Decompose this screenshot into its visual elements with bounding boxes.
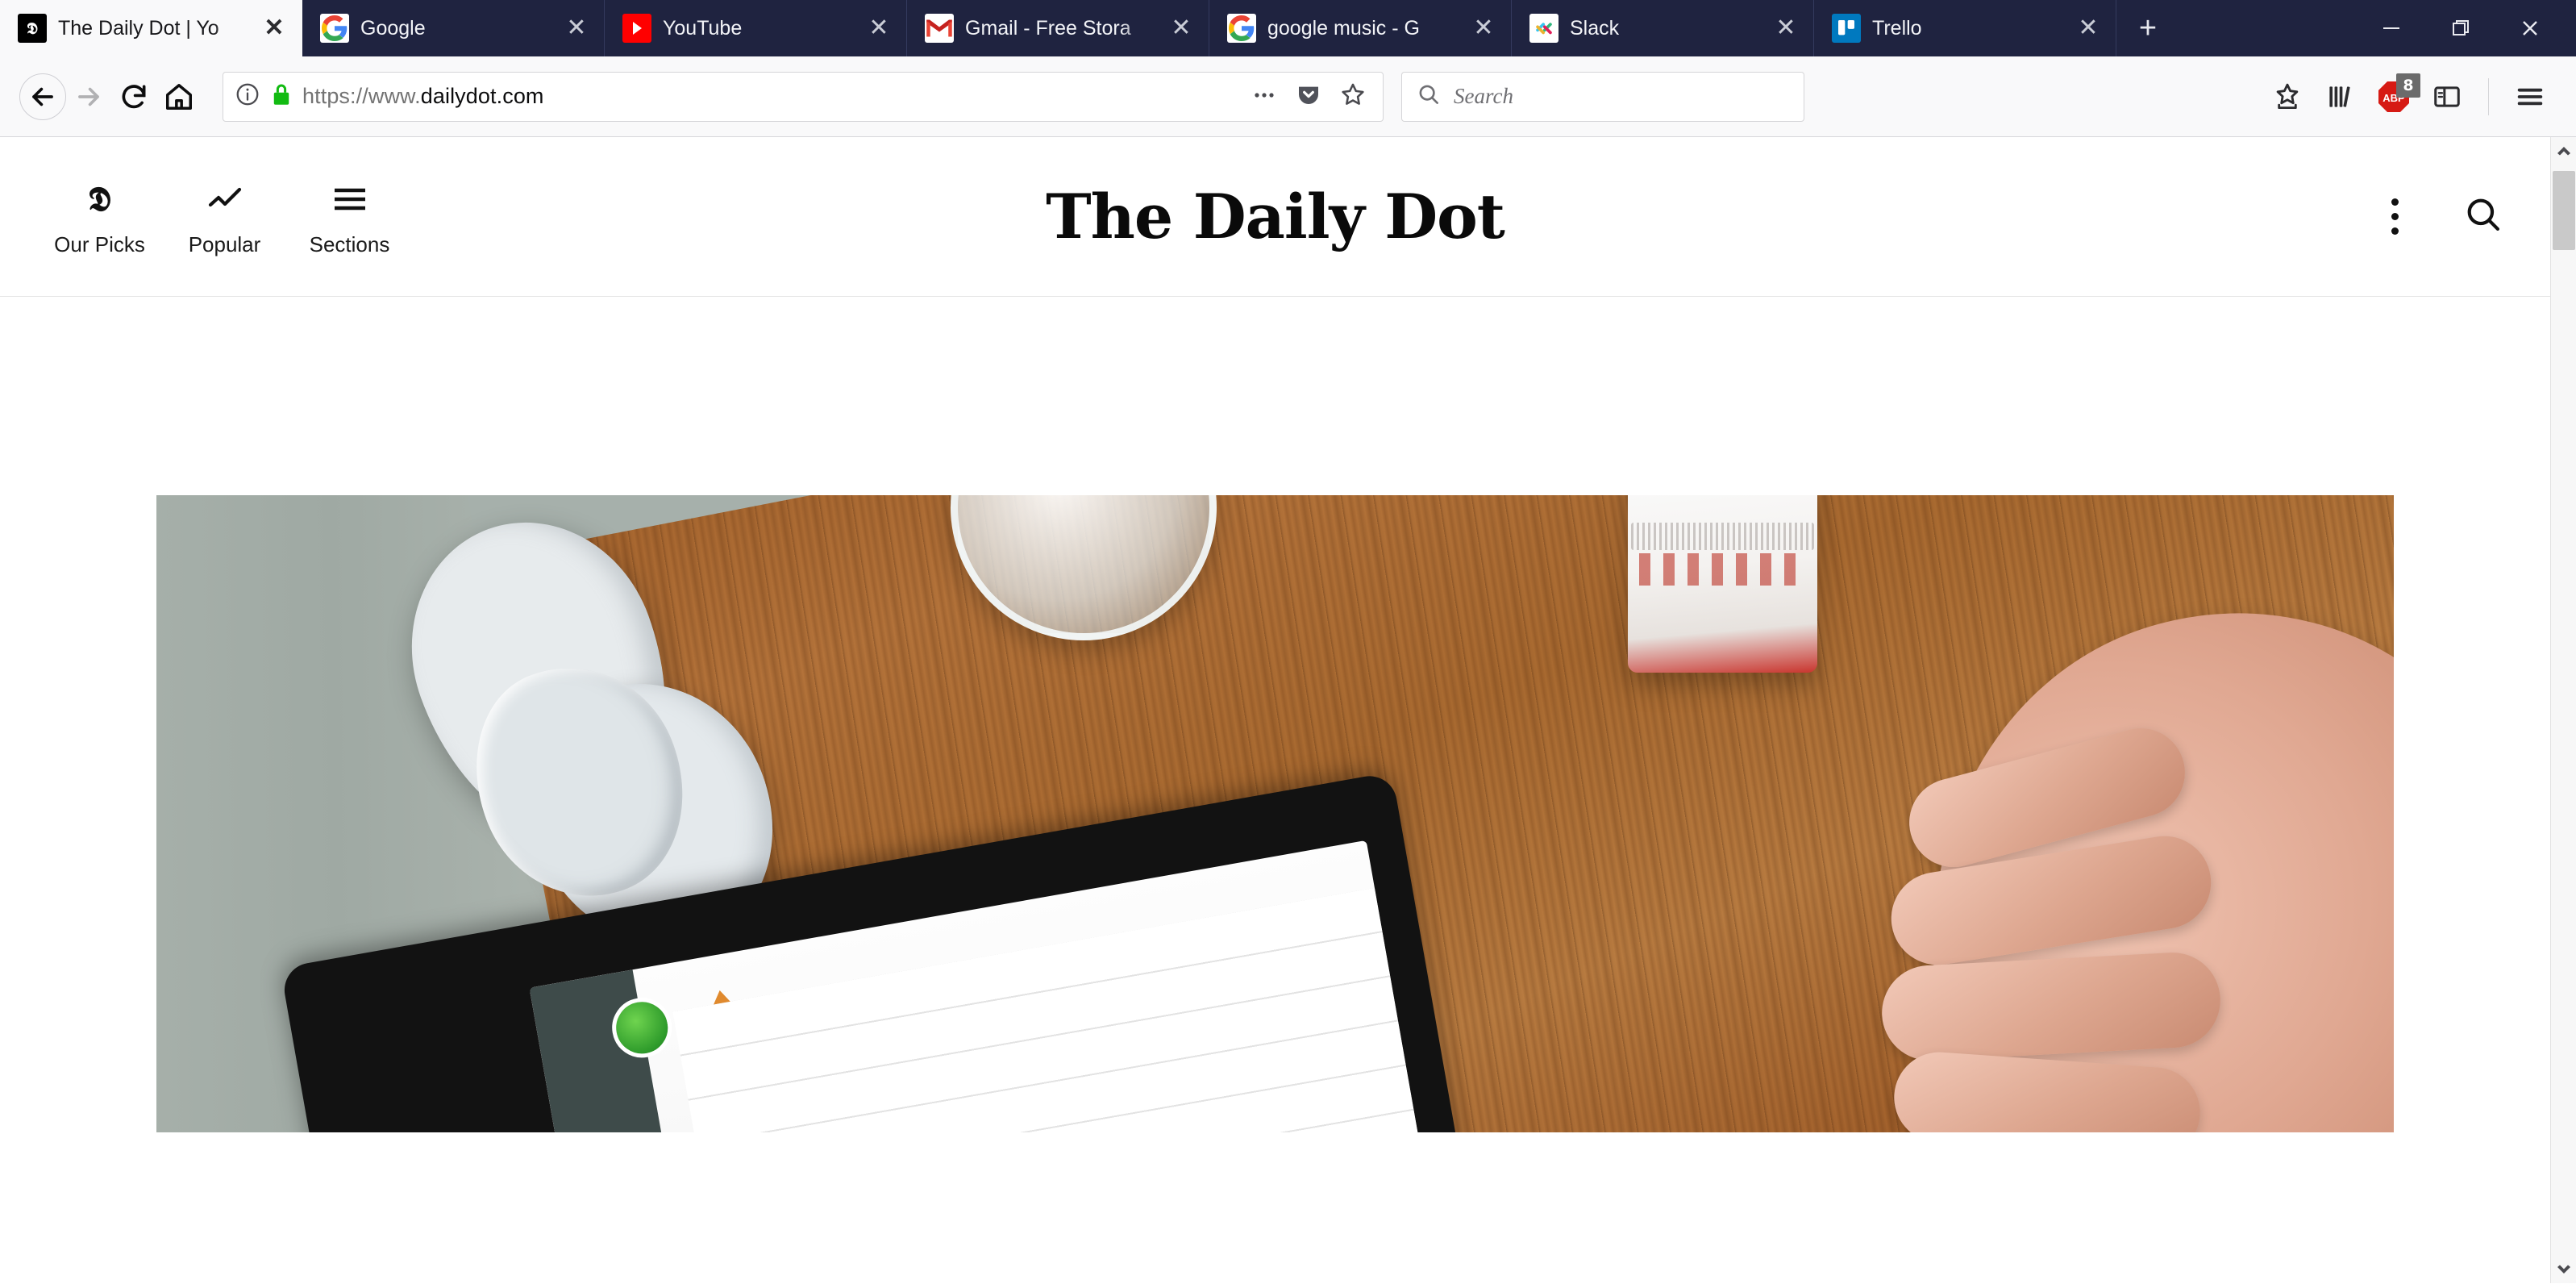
browser-tab-slack[interactable]: Slack ✕ — [1512, 0, 1814, 56]
home-button[interactable] — [156, 74, 202, 119]
pill-bottle — [1628, 495, 1817, 673]
url-text[interactable]: https://www.dailydot.com — [302, 84, 1241, 109]
gmail-icon — [925, 14, 954, 43]
window-restore-button[interactable] — [2426, 0, 2495, 56]
browser-tab-trello[interactable]: Trello ✕ — [1814, 0, 2116, 56]
browser-navigation-toolbar: https://www.dailydot.com Search ABP 8 — [0, 56, 2576, 137]
kebab-menu-icon[interactable] — [2383, 190, 2407, 243]
page-viewport: 𝕯 Our Picks Popular Sections The Daily D… — [0, 137, 2576, 1283]
search-input[interactable]: Search — [1454, 84, 1513, 109]
tab-title: The Daily Dot | Yo — [58, 17, 219, 40]
google-icon — [1227, 14, 1256, 43]
site-nav-label: Popular — [188, 231, 261, 256]
library-icon[interactable] — [2316, 72, 2366, 122]
url-bar-actions — [1251, 81, 1371, 112]
page-actions-button[interactable] — [1251, 81, 1278, 112]
browser-tab-google[interactable]: Google ✕ — [302, 0, 605, 56]
browser-toolbar-right: ABP 8 — [2262, 72, 2563, 122]
tab-close-button[interactable]: ✕ — [866, 16, 892, 40]
tab-title: Trello — [1872, 17, 1922, 40]
url-bar[interactable]: https://www.dailydot.com — [223, 71, 1384, 122]
finger — [1879, 950, 2223, 1063]
info-circle-icon[interactable] — [235, 81, 260, 111]
tablet-screen-sidebar — [529, 969, 701, 1132]
google-icon — [320, 14, 349, 43]
sidebar-item-sections[interactable]: Sections — [287, 177, 412, 257]
scrollbar-thumb[interactable] — [2553, 171, 2575, 250]
site-nav-label: Our Picks — [54, 231, 145, 256]
window-minimize-button[interactable] — [2357, 0, 2426, 56]
site-search-icon[interactable] — [2463, 194, 2503, 239]
reload-button[interactable] — [111, 74, 156, 119]
tab-close-button[interactable]: ✕ — [261, 16, 287, 40]
dailydot-icon: 𝕯 — [18, 14, 47, 43]
sidebar-item-our-picks[interactable]: 𝕯 Our Picks — [37, 177, 162, 257]
browser-tab-gmail[interactable]: Gmail - Free Stora ✕ — [907, 0, 1209, 56]
youtube-icon — [622, 14, 651, 43]
pocket-icon[interactable] — [1296, 81, 1321, 111]
trello-icon — [1832, 14, 1861, 43]
hero-image[interactable] — [156, 495, 2394, 1132]
tablet-screen-rows — [672, 887, 1434, 1132]
toolbar-divider — [2488, 77, 2489, 115]
tab-title: google music - G — [1267, 17, 1420, 40]
browser-tab-youtube[interactable]: YouTube ✕ — [605, 0, 907, 56]
site-logo[interactable]: The Daily Dot — [1046, 181, 1505, 252]
site-header: 𝕯 Our Picks Popular Sections The Daily D… — [0, 137, 2550, 297]
tab-close-button[interactable]: ✕ — [2075, 16, 2101, 40]
tab-close-button[interactable]: ✕ — [1471, 16, 1496, 40]
page-scrollbar[interactable] — [2550, 137, 2576, 1283]
tab-title: Slack — [1570, 17, 1620, 40]
sidebar-icon[interactable] — [2422, 72, 2472, 122]
back-button[interactable] — [19, 73, 66, 120]
tab-title: Google — [360, 17, 426, 40]
tab-close-button[interactable]: ✕ — [564, 16, 589, 40]
browser-tab-dailydot[interactable]: 𝕯 The Daily Dot | Yo ✕ — [0, 0, 302, 56]
trending-up-icon — [206, 177, 244, 222]
scroll-up-arrow[interactable] — [2551, 137, 2576, 165]
star-icon[interactable] — [1339, 81, 1367, 112]
browser-tab-strip: 𝕯 The Daily Dot | Yo ✕ Google ✕ YouTube … — [0, 0, 2576, 56]
hamburger-menu-icon[interactable] — [2505, 72, 2555, 122]
browser-tab-google-music[interactable]: google music - G ✕ — [1209, 0, 1512, 56]
new-tab-button[interactable]: + — [2116, 0, 2179, 56]
adblock-badge: 8 — [2396, 73, 2420, 98]
forward-button[interactable] — [66, 74, 111, 119]
site-nav-label: Sections — [309, 231, 390, 256]
sidebar-item-popular[interactable]: Popular — [162, 177, 287, 257]
site-nav: 𝕯 Our Picks Popular Sections — [0, 177, 412, 257]
window-close-button[interactable] — [2495, 0, 2565, 56]
search-icon — [1417, 82, 1441, 110]
search-bar[interactable]: Search — [1401, 71, 1804, 122]
dailydot-d-icon: 𝕯 — [88, 178, 111, 219]
tab-title: YouTube — [663, 17, 743, 40]
dailydot-page: 𝕯 Our Picks Popular Sections The Daily D… — [0, 137, 2550, 1283]
url-scheme: https://www. — [302, 84, 421, 108]
tab-title: Gmail - Free Stora — [965, 17, 1131, 40]
scroll-down-arrow[interactable] — [2551, 1256, 2576, 1283]
tab-close-button[interactable]: ✕ — [1168, 16, 1194, 40]
hero-image-wrap — [0, 297, 2550, 1132]
adblock-plus-icon[interactable]: ABP 8 — [2369, 72, 2420, 122]
window-controls — [2357, 0, 2576, 56]
padlock-icon[interactable] — [270, 82, 293, 110]
slack-icon — [1529, 14, 1559, 43]
save-star-icon[interactable] — [2262, 72, 2312, 122]
tab-close-button[interactable]: ✕ — [1773, 16, 1799, 40]
url-domain: dailydot.com — [420, 84, 544, 108]
hamburger-icon — [331, 177, 369, 222]
site-header-actions — [2383, 190, 2503, 243]
